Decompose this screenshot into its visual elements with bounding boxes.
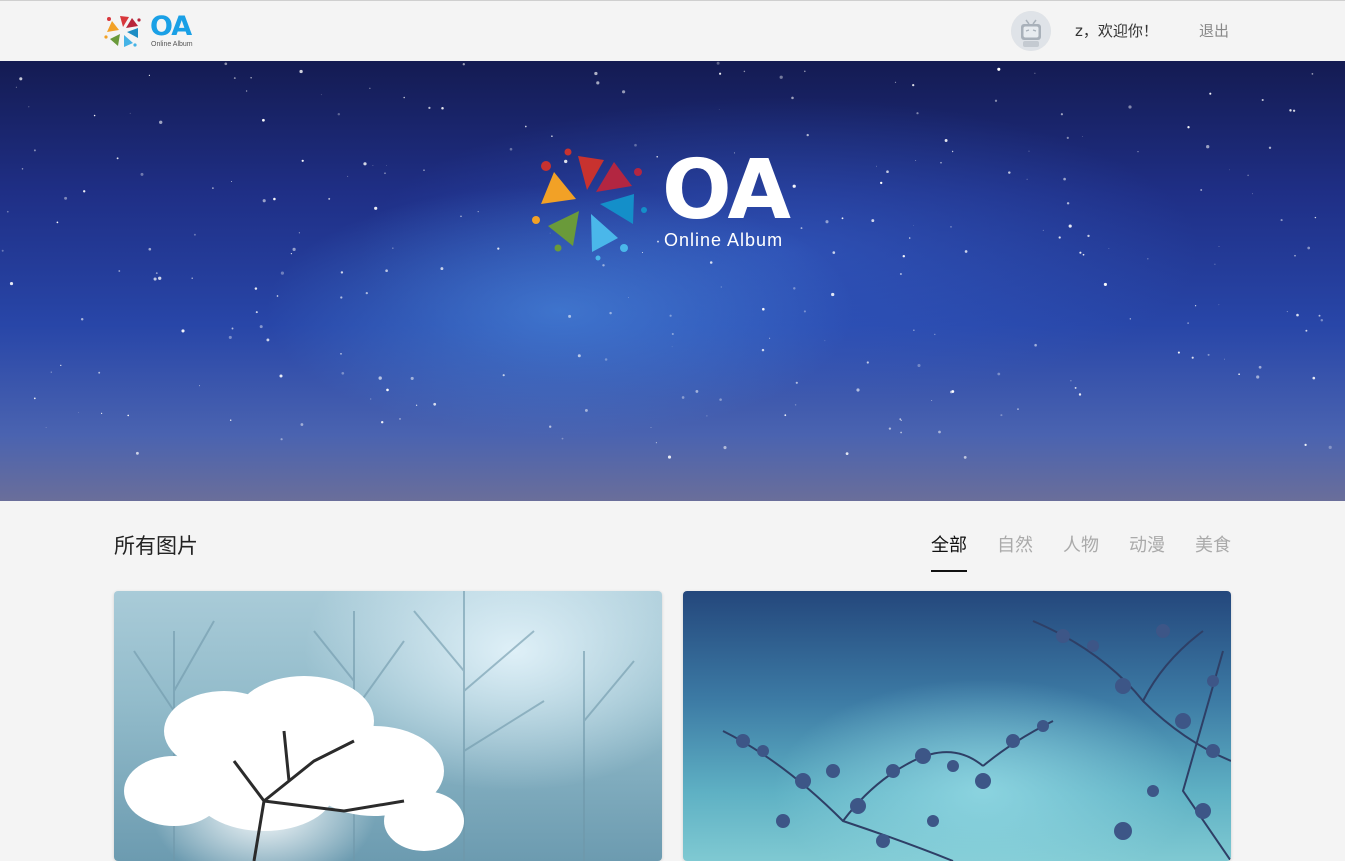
- section-title: 所有图片: [114, 534, 198, 558]
- photo-snow-tree: [124, 591, 635, 861]
- tab-food[interactable]: 美食: [1195, 533, 1231, 559]
- user-avatar[interactable]: [1011, 11, 1051, 51]
- tv-avatar-icon: [1011, 11, 1051, 51]
- logo-subtitle: Online Album: [151, 41, 193, 48]
- banner-logo-text: OA: [662, 143, 791, 238]
- banner-logo-subtitle: Online Album: [664, 230, 784, 250]
- aperture-logo-icon: [104, 16, 141, 47]
- top-nav-bar: OA Online Album z，欢迎你！ 退出: [0, 0, 1345, 60]
- welcome-text: z，欢迎你！: [1075, 22, 1158, 40]
- tab-nature[interactable]: 自然: [997, 533, 1033, 559]
- hero-banner: OA Online Album: [0, 61, 1345, 501]
- tab-all[interactable]: 全部: [931, 533, 967, 572]
- tab-people[interactable]: 人物: [1063, 533, 1099, 559]
- photo-cherry-blossom: [722, 620, 1231, 861]
- logout-link[interactable]: 退出: [1199, 21, 1229, 41]
- photo-card[interactable]: [683, 591, 1231, 861]
- starfield-background: [1, 61, 1332, 459]
- logo-text: OA: [150, 11, 192, 42]
- aperture-logo-icon: [532, 148, 647, 261]
- site-logo[interactable]: OA Online Album: [102, 11, 194, 51]
- photo-card[interactable]: [114, 591, 662, 861]
- tab-anime[interactable]: 动漫: [1129, 533, 1165, 559]
- banner-logo: OA Online Album: [530, 143, 791, 261]
